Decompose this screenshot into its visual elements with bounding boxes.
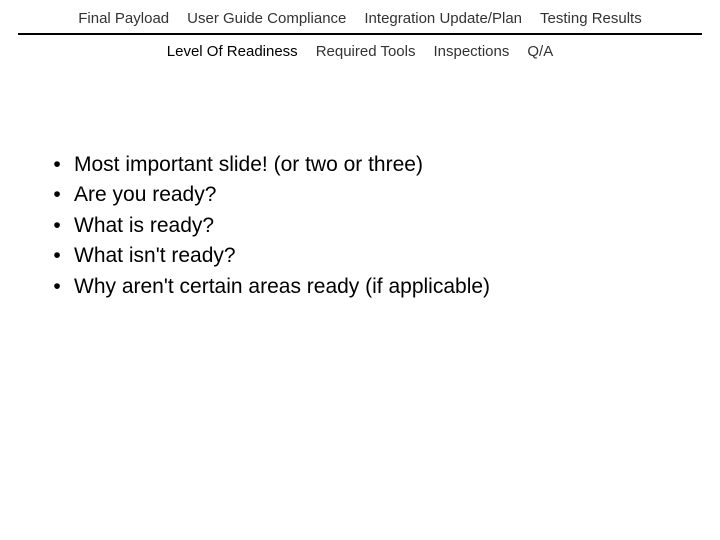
- bullet-text: Are you ready?: [74, 180, 680, 210]
- list-item: • Are you ready?: [40, 180, 680, 210]
- tab-final-payload[interactable]: Final Payload: [78, 10, 169, 27]
- slide-content: • Most important slide! (or two or three…: [0, 60, 720, 302]
- bullet-icon: •: [40, 211, 74, 241]
- list-item: • What is ready?: [40, 211, 680, 241]
- bullet-icon: •: [40, 241, 74, 271]
- tab-qa[interactable]: Q/A: [527, 43, 553, 60]
- tab-integration-update-plan[interactable]: Integration Update/Plan: [364, 10, 522, 27]
- tab-testing-results[interactable]: Testing Results: [540, 10, 642, 27]
- tabs-secondary: Level Of Readiness Required Tools Inspec…: [0, 37, 720, 60]
- tab-level-of-readiness[interactable]: Level Of Readiness: [167, 43, 298, 60]
- tabs-primary: Final Payload User Guide Compliance Inte…: [0, 0, 720, 33]
- list-item: • Why aren't certain areas ready (if app…: [40, 272, 680, 302]
- list-item: • Most important slide! (or two or three…: [40, 150, 680, 180]
- bullet-text: Why aren't certain areas ready (if appli…: [74, 272, 680, 302]
- tab-user-guide-compliance[interactable]: User Guide Compliance: [187, 10, 346, 27]
- tab-inspections[interactable]: Inspections: [433, 43, 509, 60]
- tab-required-tools[interactable]: Required Tools: [316, 43, 416, 60]
- bullet-text: What is ready?: [74, 211, 680, 241]
- bullet-text: Most important slide! (or two or three): [74, 150, 680, 180]
- bullet-icon: •: [40, 180, 74, 210]
- list-item: • What isn't ready?: [40, 241, 680, 271]
- tabs-divider: [18, 33, 702, 35]
- bullet-icon: •: [40, 150, 74, 180]
- bullet-icon: •: [40, 272, 74, 302]
- bullet-list: • Most important slide! (or two or three…: [40, 150, 680, 302]
- bullet-text: What isn't ready?: [74, 241, 680, 271]
